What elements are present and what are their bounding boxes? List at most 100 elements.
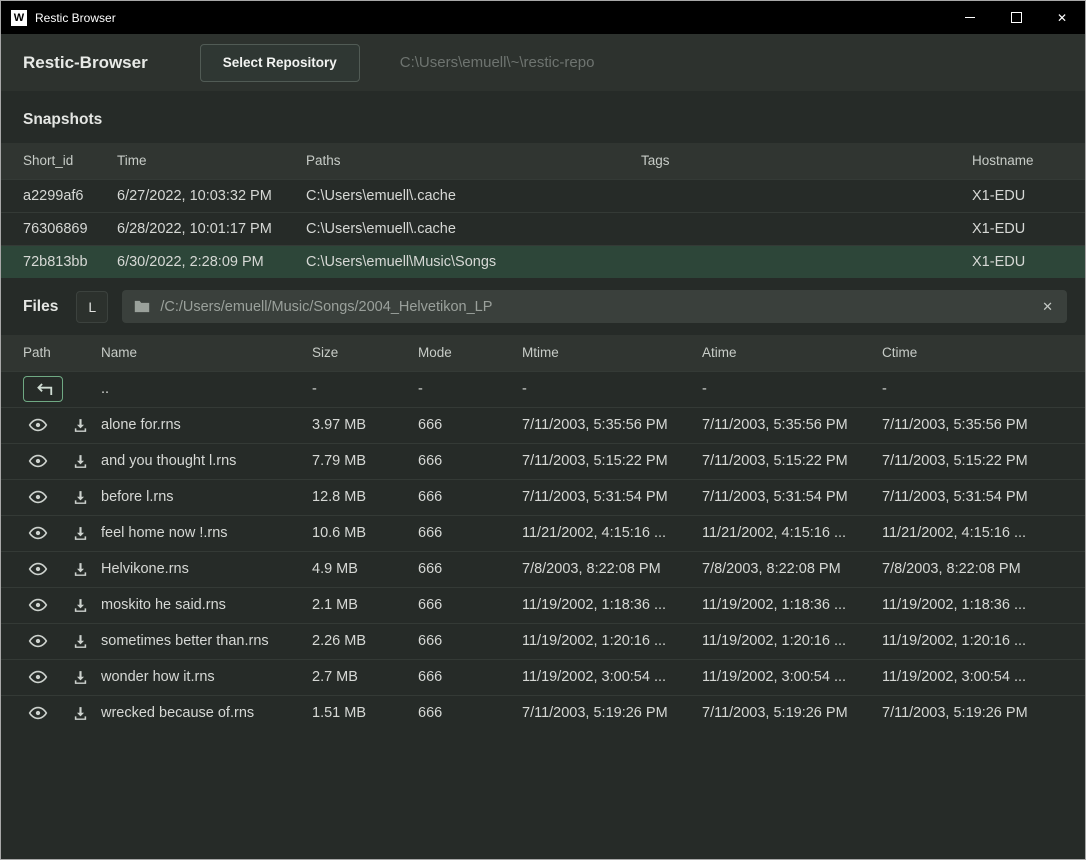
- download-icon: [72, 633, 89, 650]
- file-row[interactable]: and you thought l.rns 7.79 MB 666 7/11/2…: [1, 443, 1086, 479]
- file-ctime: 11/19/2002, 3:00:54 ...: [882, 659, 1086, 695]
- file-row[interactable]: moskito he said.rns 2.1 MB 666 11/19/200…: [1, 587, 1086, 623]
- preview-file-button[interactable]: [23, 664, 53, 690]
- file-ctime: 11/19/2002, 1:20:16 ...: [882, 623, 1086, 659]
- file-row[interactable]: Helvikone.rns 4.9 MB 666 7/8/2003, 8:22:…: [1, 551, 1086, 587]
- files-table: Path Name Size Mode Mtime Atime Ctime ..…: [1, 335, 1086, 731]
- preview-file-button[interactable]: [23, 484, 53, 510]
- download-icon: [72, 705, 89, 722]
- snapshot-tags: [641, 245, 972, 278]
- go-up-directory-button[interactable]: [23, 376, 63, 402]
- close-icon: ✕: [1057, 11, 1067, 25]
- preview-file-button[interactable]: [23, 628, 53, 654]
- file-atime: 11/19/2002, 3:00:54 ...: [702, 659, 882, 695]
- file-row[interactable]: wrecked because of.rns 1.51 MB 666 7/11/…: [1, 695, 1086, 731]
- file-parent-row[interactable]: .. - - - - -: [1, 371, 1086, 407]
- snapshot-tags: [641, 212, 972, 245]
- download-file-button[interactable]: [65, 484, 95, 510]
- download-file-button[interactable]: [65, 520, 95, 546]
- file-name: before l.rns: [101, 479, 312, 515]
- minimize-button[interactable]: [947, 1, 993, 34]
- file-atime: 7/8/2003, 8:22:08 PM: [702, 551, 882, 587]
- file-list-mode-button[interactable]: L: [76, 291, 108, 323]
- snapshots-table: Short_id Time Paths Tags Hostname a2299a…: [1, 143, 1086, 278]
- snapshot-row-selected[interactable]: 72b813bb 6/30/2022, 2:28:09 PM C:\Users\…: [1, 245, 1086, 278]
- eye-icon: [28, 415, 48, 435]
- file-mtime: 7/11/2003, 5:35:56 PM: [522, 407, 702, 443]
- file-ctime: 11/21/2002, 4:15:16 ...: [882, 515, 1086, 551]
- download-file-button[interactable]: [65, 700, 95, 726]
- up-directory-icon: [32, 382, 54, 397]
- snapshot-tags: [641, 179, 972, 212]
- file-ctime: 7/8/2003, 8:22:08 PM: [882, 551, 1086, 587]
- window-title: Restic Browser: [35, 11, 116, 25]
- file-row[interactable]: sometimes better than.rns 2.26 MB 666 11…: [1, 623, 1086, 659]
- download-file-button[interactable]: [65, 556, 95, 582]
- file-atime: 7/11/2003, 5:15:22 PM: [702, 443, 882, 479]
- file-ctime: 7/11/2003, 5:15:22 PM: [882, 443, 1086, 479]
- titlebar[interactable]: W Restic Browser ✕: [1, 1, 1085, 34]
- snapshot-row[interactable]: 76306869 6/28/2022, 10:01:17 PM C:\Users…: [1, 212, 1086, 245]
- eye-icon: [28, 487, 48, 507]
- files-path-input[interactable]: /C:/Users/emuell/Music/Songs/2004_Helvet…: [122, 290, 1067, 323]
- eye-icon: [28, 667, 48, 687]
- file-mtime: 7/11/2003, 5:15:22 PM: [522, 443, 702, 479]
- file-ctime: -: [882, 371, 1086, 407]
- file-size: 3.97 MB: [312, 407, 418, 443]
- snapshot-time: 6/27/2022, 10:03:32 PM: [117, 179, 306, 212]
- preview-file-button[interactable]: [23, 520, 53, 546]
- eye-icon: [28, 451, 48, 471]
- file-name: feel home now !.rns: [101, 515, 312, 551]
- close-button[interactable]: ✕: [1039, 1, 1085, 34]
- snapshot-hostname: X1-EDU: [972, 212, 1086, 245]
- snapshot-time: 6/28/2022, 10:01:17 PM: [117, 212, 306, 245]
- files-toolbar: Files L /C:/Users/emuell/Music/Songs/200…: [1, 278, 1085, 335]
- repository-path: C:\Users\emuell\~\restic-repo: [400, 54, 595, 71]
- eye-icon: [28, 631, 48, 651]
- download-file-button[interactable]: [65, 664, 95, 690]
- preview-file-button[interactable]: [23, 556, 53, 582]
- eye-icon: [28, 523, 48, 543]
- app-title: Restic-Browser: [23, 53, 148, 73]
- file-mtime: 11/19/2002, 1:18:36 ...: [522, 587, 702, 623]
- file-ctime: 7/11/2003, 5:19:26 PM: [882, 695, 1086, 731]
- snapshot-row[interactable]: a2299af6 6/27/2022, 10:03:32 PM C:\Users…: [1, 179, 1086, 212]
- file-mtime: -: [522, 371, 702, 407]
- file-size: 2.7 MB: [312, 659, 418, 695]
- snapshot-hostname: X1-EDU: [972, 245, 1086, 278]
- file-row[interactable]: feel home now !.rns 10.6 MB 666 11/21/20…: [1, 515, 1086, 551]
- snapshots-heading: Snapshots: [1, 91, 1085, 143]
- preview-file-button[interactable]: [23, 592, 53, 618]
- download-file-button[interactable]: [65, 592, 95, 618]
- file-row[interactable]: before l.rns 12.8 MB 666 7/11/2003, 5:31…: [1, 479, 1086, 515]
- snapshot-paths: C:\Users\emuell\Music\Songs: [306, 245, 641, 278]
- maximize-button[interactable]: [993, 1, 1039, 34]
- file-row[interactable]: wonder how it.rns 2.7 MB 666 11/19/2002,…: [1, 659, 1086, 695]
- files-heading: Files: [23, 298, 58, 316]
- file-size: 10.6 MB: [312, 515, 418, 551]
- download-file-button[interactable]: [65, 628, 95, 654]
- file-atime: 11/19/2002, 1:20:16 ...: [702, 623, 882, 659]
- column-header-mtime: Mtime: [522, 335, 702, 371]
- file-name: wonder how it.rns: [101, 659, 312, 695]
- file-mode: 666: [418, 479, 522, 515]
- preview-file-button[interactable]: [23, 700, 53, 726]
- file-mode: 666: [418, 659, 522, 695]
- clear-path-icon[interactable]: ✕: [1040, 299, 1055, 315]
- download-icon: [72, 561, 89, 578]
- snapshot-paths: C:\Users\emuell\.cache: [306, 179, 641, 212]
- file-mode: 666: [418, 407, 522, 443]
- snapshot-time: 6/30/2022, 2:28:09 PM: [117, 245, 306, 278]
- file-row[interactable]: alone for.rns 3.97 MB 666 7/11/2003, 5:3…: [1, 407, 1086, 443]
- file-size: 2.1 MB: [312, 587, 418, 623]
- download-file-button[interactable]: [65, 448, 95, 474]
- column-header-path: Path: [1, 335, 101, 371]
- preview-file-button[interactable]: [23, 448, 53, 474]
- column-header-hostname: Hostname: [972, 143, 1086, 179]
- file-name: alone for.rns: [101, 407, 312, 443]
- select-repository-button[interactable]: Select Repository: [200, 44, 360, 82]
- file-mtime: 7/11/2003, 5:19:26 PM: [522, 695, 702, 731]
- preview-file-button[interactable]: [23, 412, 53, 438]
- minimize-icon: [965, 17, 975, 18]
- download-file-button[interactable]: [65, 412, 95, 438]
